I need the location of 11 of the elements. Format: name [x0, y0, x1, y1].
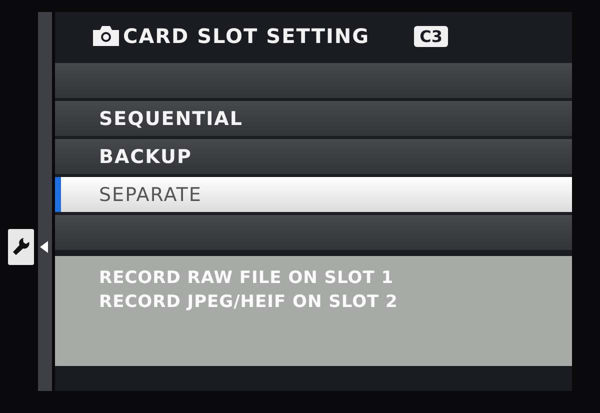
menu-option[interactable]: SEQUENTIAL — [55, 101, 572, 136]
description-text: RECORD RAW FILE ON SLOT 1 — [99, 268, 395, 288]
menu-option[interactable]: BACKUP — [55, 139, 572, 174]
menu-option[interactable]: SEPARATE — [55, 177, 572, 212]
wrench-tab[interactable] — [8, 228, 34, 264]
left-triangle-icon — [40, 240, 48, 252]
wrench-icon — [12, 236, 30, 256]
description-text: RECORD JPEG/HEIF ON SLOT 2 — [99, 292, 399, 312]
screen-title: CARD SLOT SETTING — [123, 24, 370, 48]
custom-setting-badge: C3 — [414, 26, 448, 46]
camera-icon — [93, 26, 119, 46]
